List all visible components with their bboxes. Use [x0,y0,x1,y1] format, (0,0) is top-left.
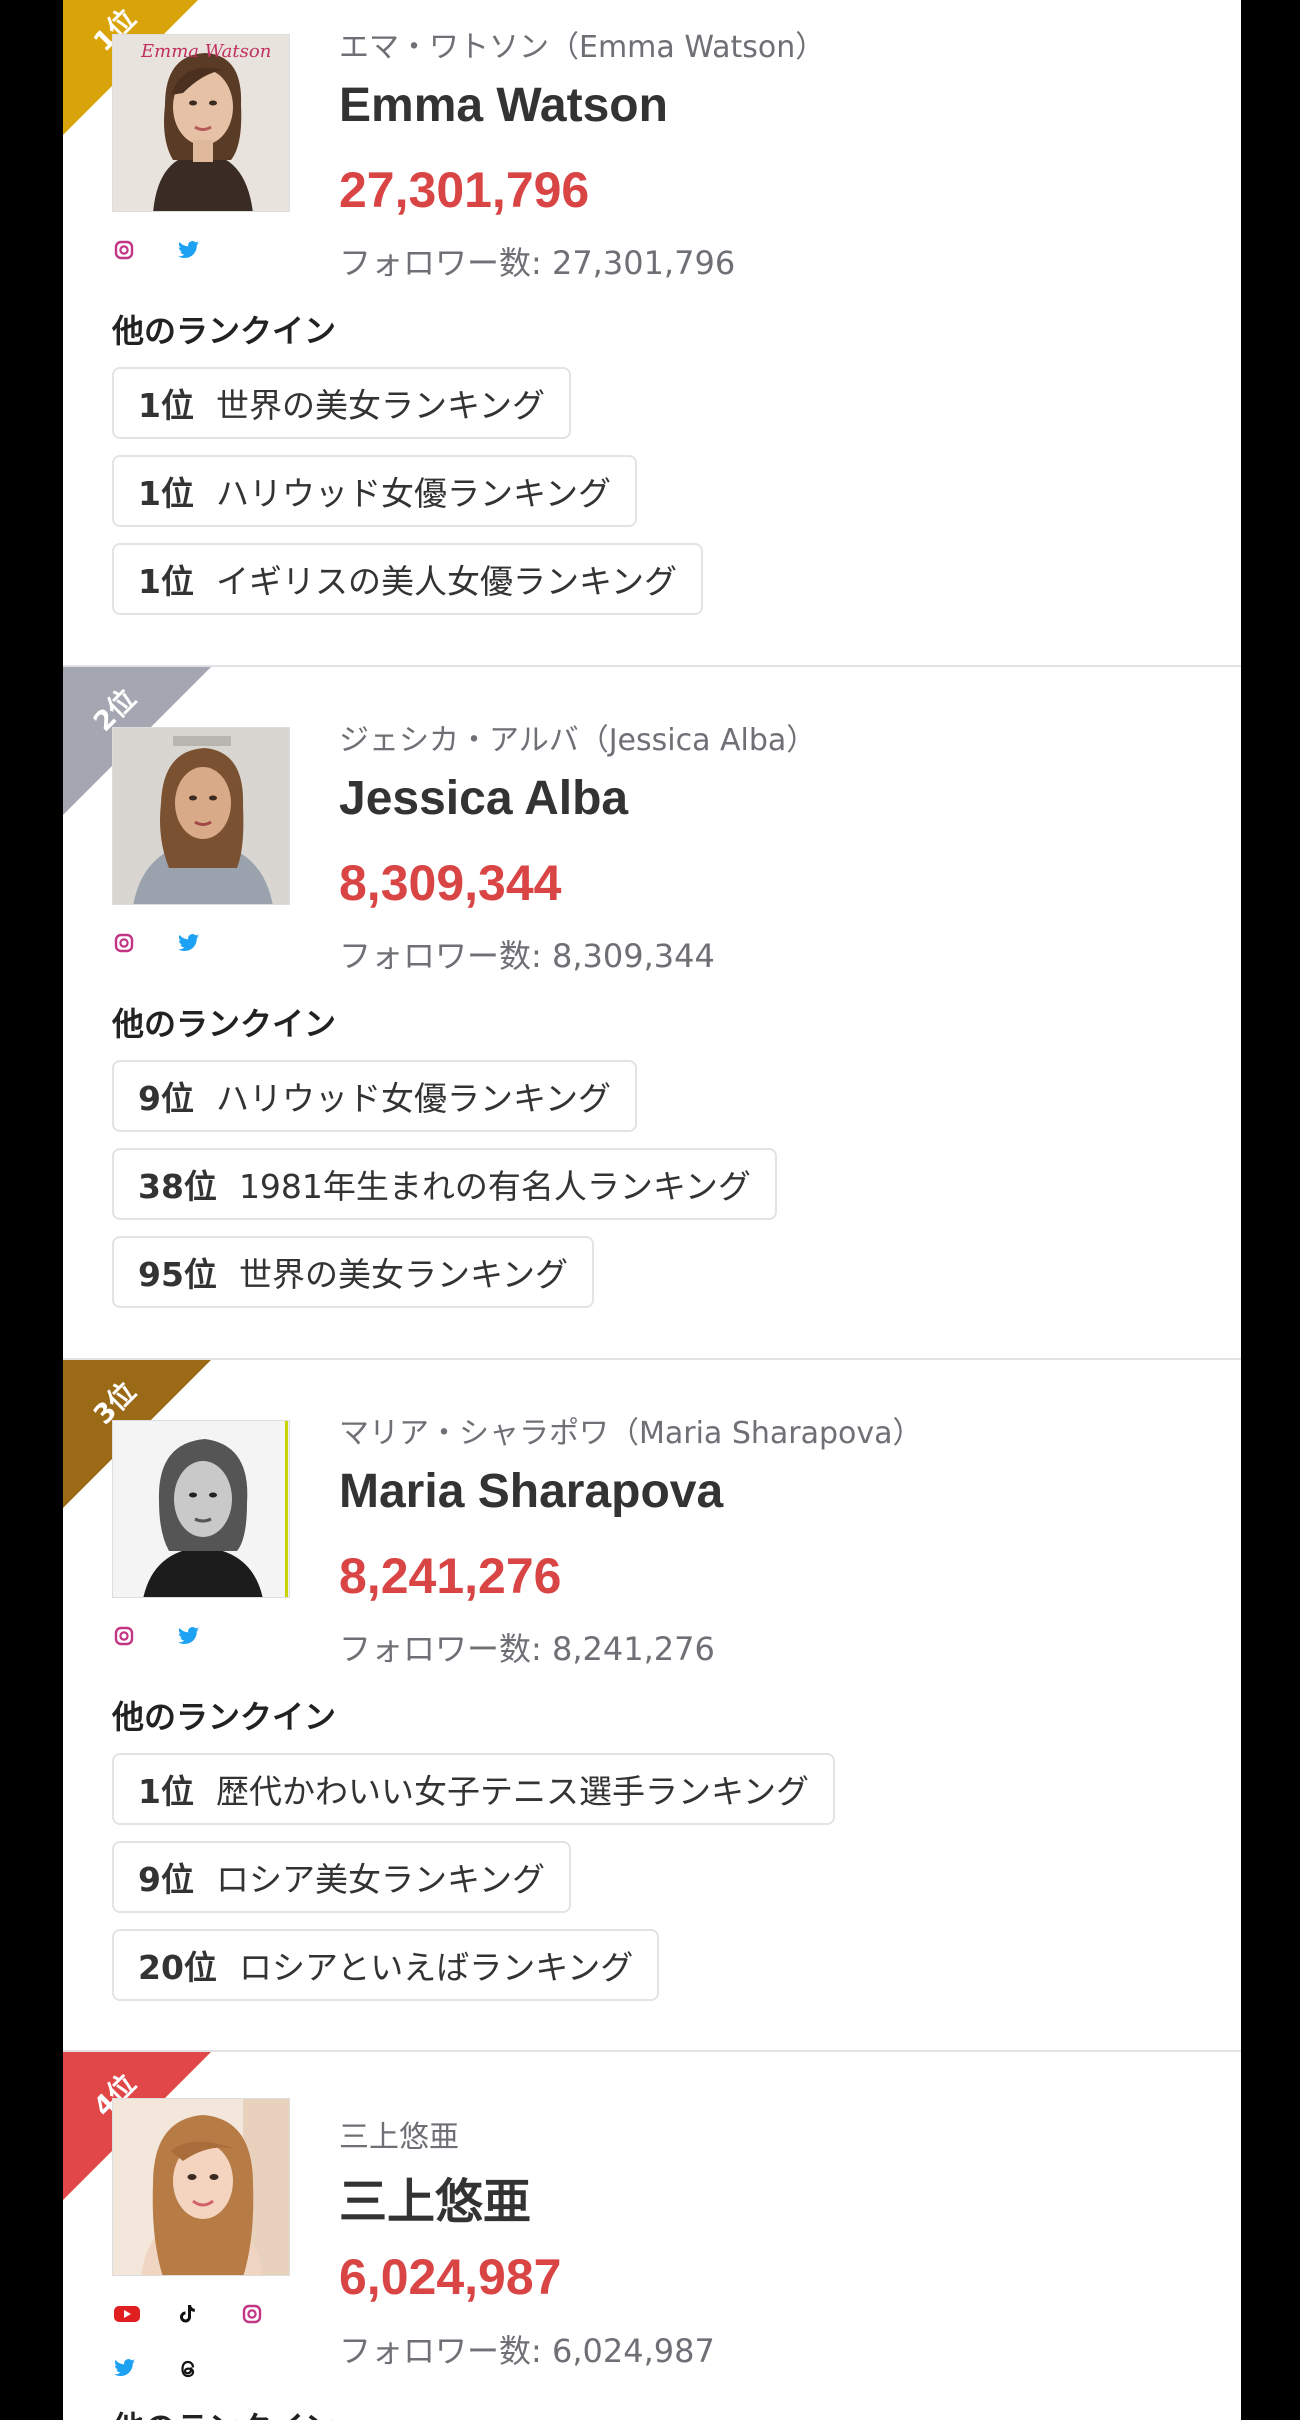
name-reading: エマ・ワトソン（Emma Watson） [339,30,826,65]
name-reading: ジェシカ・アルバ（Jessica Alba） [339,723,817,758]
ranking-tag[interactable]: 1位 歴代かわいい女子テニス選手ランキング [112,1753,835,1825]
follower-count-label: フォロワー数: 8,309,344 [339,937,715,975]
follower-count: 6,024,987 [339,2249,562,2305]
twitter-icon[interactable] [178,933,199,953]
instagram-icon[interactable] [114,240,134,260]
ranking-tag-label: 歴代かわいい女子テニス選手ランキング [215,1772,809,1811]
profile-photo[interactable]: Emma Watson [112,34,290,212]
ranking-tag-rank: 1位 [138,386,194,425]
ranking-tag[interactable]: 1位 イギリスの美人女優ランキング [112,543,703,615]
ranking-card-3[interactable]: 3位 マリア・シャラポワ（Maria Sharapova） Maria Shar… [63,1360,1241,2052]
name-heading[interactable]: Emma Watson [339,78,668,133]
tiktok-icon[interactable] [178,2304,198,2324]
ranking-card-1[interactable]: 1位 Emma Watson エマ・ワトソン（Emma Watson） Emma… [63,0,1241,667]
instagram-icon[interactable] [114,1626,134,1646]
ranking-tag-rank: 95位 [138,1255,217,1294]
instagram-icon[interactable] [114,933,134,953]
ranking-card-4[interactable]: 4位 三上悠亜 三上悠亜 6,024,987 フォロワー数: 6,024,987 [63,2052,1241,2420]
ranking-tag-label: ハリウッド女優ランキング [215,474,611,513]
twitter-icon[interactable] [178,1626,199,1646]
youtube-icon[interactable] [114,2304,140,2324]
twitter-icon[interactable] [178,240,199,260]
ranking-tag-label: イギリスの美人女優ランキング [215,562,677,601]
follower-count-label: フォロワー数: 8,241,276 [339,1630,715,1668]
twitter-icon[interactable] [114,2358,135,2378]
ranking-tag-rank: 9位 [138,1079,194,1118]
ranking-tag-label: 1981年生まれの有名人ランキング [238,1167,751,1206]
profile-photo[interactable] [112,2098,290,2276]
ranking-tag-label: 世界の美女ランキング [215,386,545,425]
ranking-tag[interactable]: 95位 世界の美女ランキング [112,1236,594,1308]
ranking-tag-label: ロシア美女ランキング [215,1860,545,1899]
threads-icon[interactable] [178,2358,198,2378]
ranking-tag[interactable]: 9位 ハリウッド女優ランキング [112,1060,637,1132]
ranking-tag[interactable]: 9位 ロシア美女ランキング [112,1841,571,1913]
ranking-tag[interactable]: 38位 1981年生まれの有名人ランキング [112,1148,777,1220]
ranking-tag-rank: 1位 [138,474,194,513]
sns-links-row-2 [114,2358,198,2378]
name-reading: 三上悠亜 [339,2120,459,2155]
other-rankings-title: 他のランクイン [112,1005,337,1043]
name-heading[interactable]: 三上悠亜 [339,2162,531,2232]
profile-photo[interactable] [112,1420,290,1598]
name-heading[interactable]: Jessica Alba [339,771,628,826]
ranking-tag[interactable]: 20位 ロシアといえばランキング [112,1929,660,2001]
ranking-tag-rank: 1位 [138,562,194,601]
other-rankings-title: 他のランクイン [112,312,337,350]
ranking-tag-rank: 9位 [138,1860,194,1899]
ranking-tag[interactable]: 1位 ハリウッド女優ランキング [112,455,637,527]
follower-count: 8,241,276 [339,1548,562,1604]
follower-count: 27,301,796 [339,162,590,218]
ranking-tag-rank: 1位 [138,1772,194,1811]
ranking-tag-rank: 20位 [138,1948,217,1987]
follower-count-label: フォロワー数: 27,301,796 [339,244,736,282]
instagram-icon[interactable] [242,2304,262,2324]
ranking-tag-rank: 38位 [138,1167,217,1206]
ranking-tag-label: 世界の美女ランキング [238,1255,568,1294]
sns-links [114,1626,199,1646]
ranking-tag-label: ロシアといえばランキング [238,1948,634,1987]
other-rankings-title: 他のランクイン [112,2403,336,2420]
sns-links [114,2304,262,2324]
photo-caption: Emma Watson [141,41,272,62]
sns-links [114,933,199,953]
profile-photo[interactable] [112,727,290,905]
follower-count-label: フォロワー数: 6,024,987 [339,2332,715,2370]
ranking-tag-label: ハリウッド女優ランキング [215,1079,611,1118]
ranking-tag[interactable]: 1位 世界の美女ランキング [112,367,571,439]
follower-count: 8,309,344 [339,855,562,911]
ranking-card-2[interactable]: 2位 ジェシカ・アルバ（Jessica Alba） Jessica Alba 8… [63,667,1241,1360]
other-rankings-title: 他のランクイン [112,1698,337,1736]
ranking-list: 1位 Emma Watson エマ・ワトソン（Emma Watson） Emma… [63,0,1241,2420]
name-reading: マリア・シャラポワ（Maria Sharapova） [339,1416,923,1451]
sns-links [114,240,199,260]
name-heading[interactable]: Maria Sharapova [339,1464,723,1519]
